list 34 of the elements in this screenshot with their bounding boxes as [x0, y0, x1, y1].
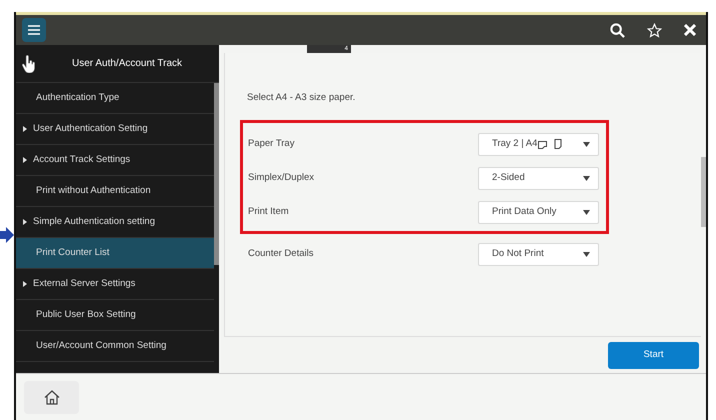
content-scrollbar	[701, 157, 706, 227]
hand-cursor-icon	[22, 55, 35, 73]
triangle-icon	[23, 157, 27, 163]
sidebar-item[interactable]: Print Counter List	[16, 238, 214, 269]
triangle-icon	[23, 281, 27, 287]
field-label: Simplex/Duplex	[248, 171, 315, 186]
search-icon[interactable]	[610, 22, 625, 38]
menu-button[interactable]	[22, 18, 46, 42]
caret-icon	[583, 252, 590, 257]
sidebar-item[interactable]: External Server Settings	[16, 269, 214, 300]
sidebar-title: User Auth/Account Track	[72, 57, 182, 71]
menu-icon	[28, 25, 40, 35]
home-button[interactable]	[24, 380, 79, 414]
star-icon[interactable]	[647, 22, 662, 38]
caret-icon	[583, 210, 590, 215]
dropdown[interactable]: Print Data Only	[478, 200, 599, 224]
field-label: Paper Tray	[248, 137, 296, 152]
triangle-icon	[23, 219, 27, 225]
field-label: Print Item	[248, 205, 290, 220]
dropdown[interactable]: Do Not Print	[478, 242, 599, 266]
dropdown[interactable]: Tray 2 | A4	[478, 132, 599, 156]
field-label: Counter Details	[248, 247, 314, 262]
dropdown[interactable]: 2-Sided	[478, 166, 599, 190]
instruction-text: Select A4 - A3 size paper.	[247, 91, 356, 105]
caret-icon	[583, 176, 590, 181]
arrow-icon	[0, 227, 14, 243]
paper-icon	[538, 139, 562, 150]
sidebar-item[interactable]: User/Account Common Setting	[16, 331, 214, 362]
close-icon[interactable]	[684, 24, 696, 36]
home-icon	[44, 390, 60, 404]
caret-icon	[583, 142, 590, 147]
start-button[interactable]: Start	[608, 342, 699, 368]
triangle-icon	[23, 126, 27, 132]
sidebar-item[interactable]: Public User Box Setting	[16, 300, 214, 331]
